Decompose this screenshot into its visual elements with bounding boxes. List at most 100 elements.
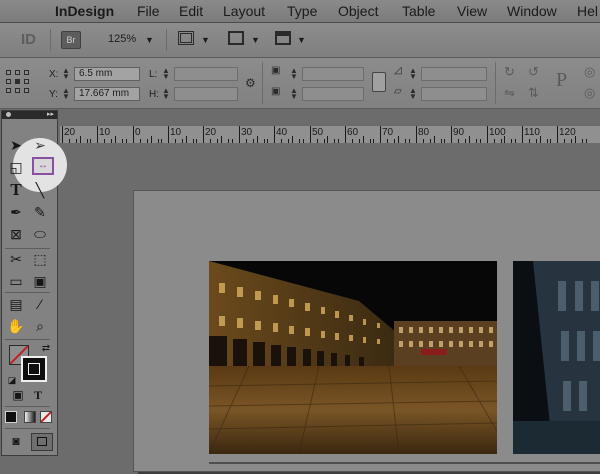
arrange-documents-icon[interactable]: [275, 31, 291, 45]
rotate-cw-icon[interactable]: ↻: [504, 64, 515, 80]
screen-mode-icon[interactable]: [228, 31, 244, 45]
rotate-ccw-icon[interactable]: ↺: [528, 64, 539, 80]
height-field[interactable]: [174, 87, 238, 101]
eyedropper-tool-icon[interactable]: ⁄: [30, 295, 50, 313]
scissors-tool-icon[interactable]: ✂: [6, 250, 26, 268]
gradient-feather-tool-icon[interactable]: ▣: [30, 272, 50, 290]
height-stepper-icon[interactable]: ▲ ▼: [162, 87, 170, 101]
divider: [495, 62, 496, 104]
type-tool-icon[interactable]: T: [6, 181, 26, 199]
pen-tool-icon[interactable]: ✒: [6, 203, 26, 221]
scale-x-icon: ▣: [271, 65, 281, 76]
menu-file[interactable]: File: [137, 3, 160, 19]
page-tool-icon[interactable]: ◱: [6, 158, 26, 176]
direct-selection-tool-icon[interactable]: ➢: [30, 136, 50, 154]
x-stepper-icon[interactable]: ▲ ▼: [62, 67, 70, 81]
indesign-logo: ID: [21, 31, 36, 48]
pencil-tool-icon[interactable]: ✎: [30, 203, 50, 221]
reference-point-icon[interactable]: [6, 70, 30, 94]
stroke-swatch[interactable]: [21, 356, 47, 382]
apply-gradient-button[interactable]: [24, 411, 36, 423]
free-transform-tool-icon[interactable]: ⬚: [30, 250, 50, 268]
divider: [262, 62, 263, 104]
height-label: H:: [149, 89, 159, 100]
zoom-tool-icon[interactable]: ⌕: [30, 317, 50, 335]
selection-tool-icon[interactable]: ➤: [6, 136, 26, 154]
constrain-proportions-button[interactable]: [372, 72, 386, 92]
rotate-stepper-icon[interactable]: ▲ ▼: [409, 67, 417, 81]
menu-bar: InDesign File Edit Layout Type Object Ta…: [0, 0, 600, 23]
divider: [166, 29, 167, 51]
shear-stepper-icon[interactable]: ▲ ▼: [409, 87, 417, 101]
collapse-panel-icon[interactable]: ▸▸: [47, 110, 54, 118]
menu-layout[interactable]: Layout: [223, 3, 265, 19]
application-bar: ID Br 125% ▼ ▼ ▼ ▼: [0, 23, 600, 58]
x-label: X:: [49, 69, 59, 80]
view-options-dropdown-icon[interactable]: ▼: [201, 35, 210, 45]
scale-x-field[interactable]: [302, 67, 364, 81]
formatting-container-icon[interactable]: ▣: [8, 386, 28, 404]
gradient-swatch-tool-icon[interactable]: ▭: [6, 272, 26, 290]
hand-tool-icon[interactable]: ✋: [6, 317, 26, 335]
preview-mode-button[interactable]: [31, 433, 53, 451]
bridge-button[interactable]: Br: [61, 31, 81, 49]
flip-vertical-icon[interactable]: ⇅: [528, 85, 539, 101]
menu-object[interactable]: Object: [338, 3, 378, 19]
rectangle-frame-tool-icon[interactable]: ⊠: [6, 225, 26, 243]
line-tool-icon[interactable]: ╲: [30, 181, 50, 199]
note-tool-icon[interactable]: ▤: [6, 295, 26, 313]
image-frame-piazza[interactable]: [209, 261, 497, 454]
flip-horizontal-icon[interactable]: ⇋: [504, 85, 515, 101]
scale-y-icon: ▣: [271, 86, 281, 97]
shear-angle-field[interactable]: [421, 87, 487, 101]
menu-edit[interactable]: Edit: [179, 3, 203, 19]
formatting-text-icon[interactable]: T: [28, 386, 48, 404]
menu-type[interactable]: Type: [287, 3, 317, 19]
zoom-level[interactable]: 125%: [108, 33, 136, 45]
chain-link-icon[interactable]: ⚙: [245, 76, 256, 90]
y-stepper-icon[interactable]: ▲ ▼: [62, 87, 70, 101]
flip-indicator-icon: P: [556, 69, 568, 91]
menu-view[interactable]: View: [457, 3, 487, 19]
width-stepper-icon[interactable]: ▲ ▼: [162, 67, 170, 81]
scale-y-field[interactable]: [302, 87, 364, 101]
control-panel: X: ▲ ▼ 6.5 mm Y: ▲ ▼ 17.667 mm L: ▲ ▼ H: ▲ ▼…: [0, 58, 600, 109]
ellipse-tool-icon[interactable]: ⬭: [30, 225, 50, 243]
tool-divider: [5, 248, 50, 249]
shear-icon: ▱: [394, 86, 402, 97]
rotate-icon: ◿: [394, 65, 402, 76]
swap-fill-stroke-icon[interactable]: ⇄: [36, 340, 56, 358]
y-label: Y:: [49, 89, 58, 100]
rotation-angle-field[interactable]: [421, 67, 487, 81]
zoom-dropdown-icon[interactable]: ▼: [145, 35, 154, 45]
menu-window[interactable]: Window: [507, 3, 557, 19]
width-label: L:: [149, 69, 158, 80]
menu-table[interactable]: Table: [402, 3, 435, 19]
piazza-photo: [209, 261, 497, 454]
scale-y-stepper-icon[interactable]: ▲ ▼: [290, 87, 298, 101]
ruler-minor-ticks: [69, 136, 587, 143]
tool-divider: [5, 428, 50, 429]
menu-help[interactable]: Hel: [577, 3, 598, 19]
screen-mode-dropdown-icon[interactable]: ▼: [251, 35, 260, 45]
horizontal-ruler[interactable]: 20 10 0 10 20 30 40 50 60 70 80 90 100 1…: [60, 126, 600, 144]
width-field[interactable]: [174, 67, 238, 81]
image-frame-facade[interactable]: [513, 261, 600, 454]
menu-app[interactable]: InDesign: [55, 3, 114, 19]
close-panel-icon[interactable]: [6, 112, 11, 117]
apply-none-button[interactable]: [40, 411, 52, 423]
tools-panel-header[interactable]: ▸▸: [2, 111, 57, 119]
apply-color-button[interactable]: [5, 411, 17, 423]
select-container-icon[interactable]: ◎: [584, 64, 595, 80]
scale-x-stepper-icon[interactable]: ▲ ▼: [290, 67, 298, 81]
select-content-icon[interactable]: ◎: [584, 85, 595, 101]
divider: [50, 29, 51, 51]
x-position-field[interactable]: 6.5 mm: [74, 67, 140, 81]
y-position-field[interactable]: 17.667 mm: [74, 87, 140, 101]
view-options-icon[interactable]: [178, 31, 194, 45]
gap-tool-icon[interactable]: ↔: [32, 157, 54, 175]
text-frame-edge: [209, 462, 600, 464]
tool-divider: [5, 292, 50, 293]
arrange-documents-dropdown-icon[interactable]: ▼: [297, 35, 306, 45]
normal-view-mode-icon[interactable]: ◙: [6, 432, 26, 450]
